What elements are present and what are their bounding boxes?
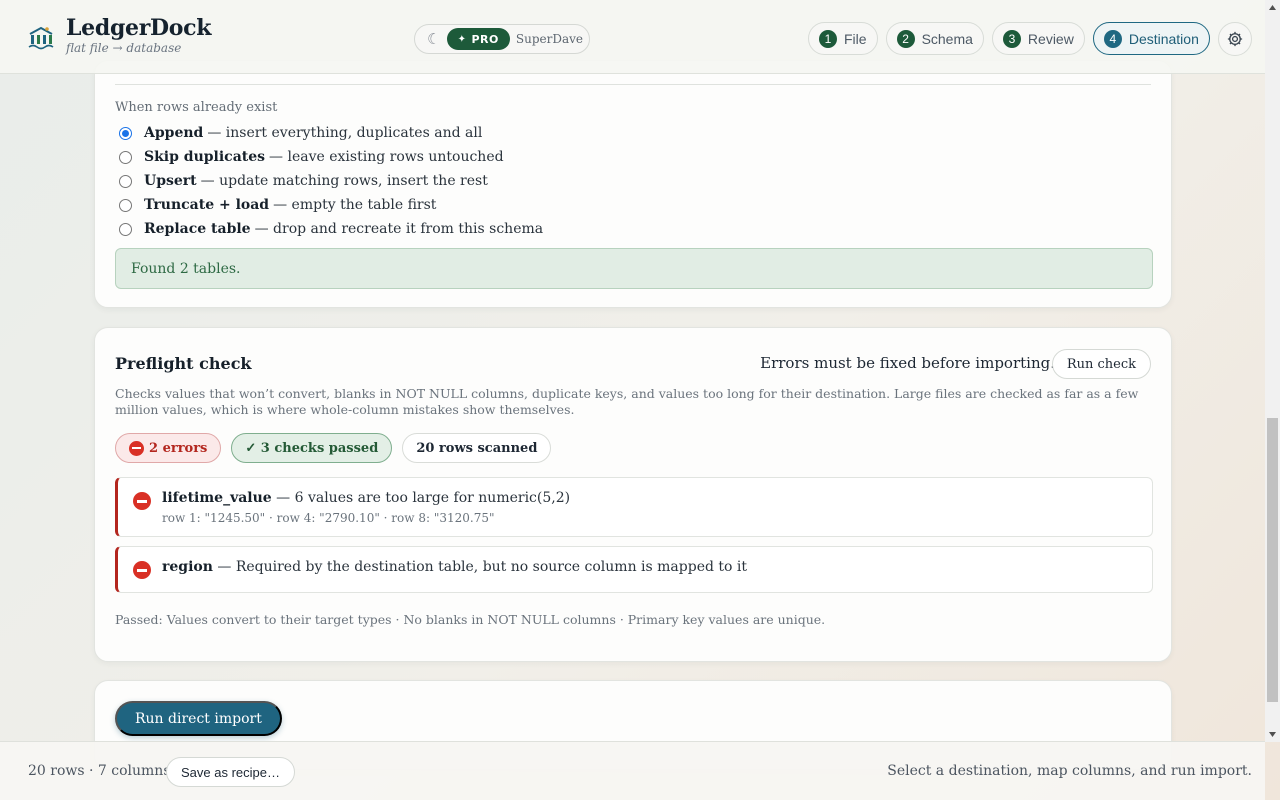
step-label: File [844, 30, 867, 47]
step-file[interactable]: 1 File [808, 22, 878, 55]
destination-options-card: When rows already exist Append — insert … [94, 60, 1172, 308]
step-number: 2 [896, 29, 915, 48]
bottom-bar: 20 rows · 7 columns Save as recipe… Sele… [0, 741, 1265, 800]
error-icon [129, 440, 144, 456]
radio-upsert[interactable] [119, 174, 132, 188]
user-name[interactable]: SuperDave [516, 32, 583, 46]
preflight-warning: Errors must be fixed before importing. [760, 354, 1055, 372]
scroll-up-arrow-icon[interactable] [1265, 0, 1280, 15]
passed-checks-summary: Passed: Values convert to their target t… [115, 612, 826, 627]
step-label: Schema [921, 30, 973, 47]
issue-item[interactable]: region — Required by the destination tab… [115, 546, 1153, 593]
sparkle-icon: ✦ [457, 33, 467, 45]
run-check-button[interactable]: Run check [1051, 349, 1151, 379]
option-title: Upsert [144, 173, 197, 189]
option-replace-table[interactable]: Replace table — drop and recreate it fro… [119, 217, 543, 241]
option-title: Truncate + load [144, 197, 270, 213]
option-append[interactable]: Append — insert everything, duplicates a… [119, 121, 543, 145]
dock-logo-icon [28, 26, 54, 50]
moon-icon: ☾ [427, 30, 441, 48]
radio-skip-duplicates[interactable] [119, 150, 132, 164]
existing-rows-options: Append — insert everything, duplicates a… [119, 121, 543, 241]
top-bar: LedgerDock flat file → database ☾ ✦ PRO … [0, 0, 1280, 74]
issue-message: lifetime_value — 6 values are too large … [162, 490, 570, 506]
footer-hint: Select a destination, map columns, and r… [887, 763, 1252, 779]
option-desc: — drop and recreate it from this schema [254, 221, 544, 237]
issue-text: — 6 values are too large for numeric(5,2… [276, 490, 571, 506]
wizard-steps: 1 File 2 Schema 3 Review 4 Destination [808, 22, 1218, 55]
passed-chip[interactable]: ✓ 3 checks passed [231, 433, 393, 463]
app-name: LedgerDock [66, 15, 212, 41]
step-destination[interactable]: 4 Destination [1092, 22, 1210, 55]
issue-item[interactable]: lifetime_value — 6 values are too large … [115, 477, 1153, 537]
step-number: 4 [1103, 29, 1122, 48]
step-schema[interactable]: 2 Schema [885, 22, 984, 55]
issue-text: — Required by the destination table, but… [217, 559, 748, 575]
mode-switcher[interactable]: ☾ ✦ PRO SuperDave [414, 24, 590, 54]
option-truncate-load[interactable]: Truncate + load — empty the table first [119, 193, 543, 217]
option-skip-duplicates[interactable]: Skip duplicates — leave existing rows un… [119, 145, 543, 169]
preflight-title: Preflight check [115, 354, 252, 373]
pro-label: PRO [471, 32, 499, 46]
issue-message: region — Required by the destination tab… [162, 559, 747, 575]
option-desc: — update matching rows, insert the rest [200, 173, 488, 189]
error-icon [133, 561, 151, 579]
preflight-card: Preflight check Errors must be fixed bef… [94, 327, 1172, 662]
scroll-down-arrow-icon[interactable] [1265, 727, 1280, 742]
settings-button[interactable] [1218, 22, 1252, 56]
pro-badge[interactable]: ✦ PRO [446, 28, 510, 50]
rows-scanned-chip: 20 rows scanned [402, 433, 552, 463]
issue-column: region [162, 559, 213, 575]
issue-column: lifetime_value [162, 490, 272, 506]
radio-truncate-load[interactable] [119, 198, 132, 212]
existing-rows-label: When rows already exist [115, 100, 278, 115]
errors-chip[interactable]: 2 errors [115, 433, 222, 463]
option-title: Skip duplicates [144, 149, 266, 165]
step-number: 3 [1002, 29, 1021, 48]
step-label: Review [1027, 30, 1074, 47]
error-icon [133, 492, 151, 510]
step-label: Destination [1128, 30, 1199, 47]
option-title: Append [144, 125, 204, 141]
option-desc: — leave existing rows untouched [269, 149, 504, 165]
save-recipe-button[interactable]: Save as recipe… [166, 757, 295, 787]
option-desc: — insert everything, duplicates and all [207, 125, 483, 141]
app-tagline: flat file → database [66, 41, 182, 56]
option-upsert[interactable]: Upsert — update matching rows, insert th… [119, 169, 543, 193]
divider [115, 84, 1151, 85]
gear-icon [1227, 31, 1243, 47]
option-desc: — empty the table first [273, 197, 437, 213]
file-stats: 20 rows · 7 columns [28, 763, 171, 779]
option-title: Replace table [144, 221, 251, 237]
brand[interactable]: LedgerDock flat file → database [28, 15, 212, 56]
issue-detail: row 1: "1245.50" · row 4: "2790.10" · ro… [162, 511, 495, 525]
tables-found-status: Found 2 tables. [115, 248, 1153, 289]
scrollbar-thumb[interactable] [1267, 418, 1278, 702]
errors-count: 2 errors [149, 440, 208, 456]
run-direct-import-button[interactable]: Run direct import [115, 701, 282, 736]
radio-append[interactable] [119, 126, 132, 140]
step-review[interactable]: 3 Review [991, 22, 1085, 55]
dark-mode-toggle[interactable]: ☾ [421, 30, 447, 48]
step-number: 1 [819, 29, 837, 48]
radio-replace-table[interactable] [119, 222, 132, 236]
preflight-summary: 2 errors ✓ 3 checks passed 20 rows scann… [115, 433, 561, 463]
preflight-description: Checks values that won’t convert, blanks… [115, 386, 1139, 417]
page-scrollbar[interactable] [1265, 0, 1280, 742]
